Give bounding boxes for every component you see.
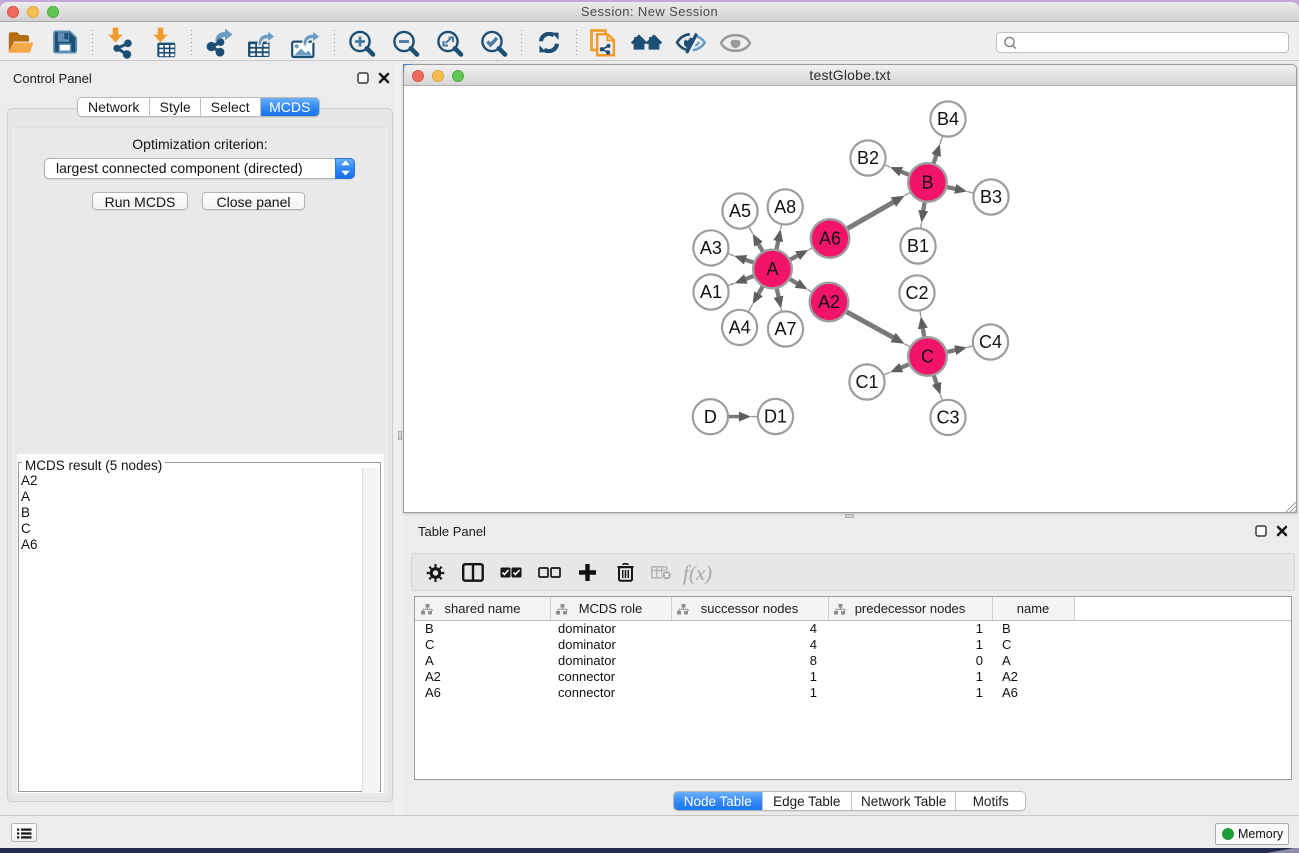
- svg-text:B4: B4: [937, 109, 959, 129]
- svg-text:C: C: [921, 347, 934, 367]
- svg-text:A4: A4: [729, 318, 751, 338]
- svg-text:C2: C2: [905, 283, 928, 303]
- svg-text:A8: A8: [774, 197, 796, 217]
- svg-text:B: B: [921, 173, 933, 193]
- svg-text:A1: A1: [700, 282, 722, 302]
- svg-text:C4: C4: [979, 332, 1002, 352]
- svg-text:C3: C3: [936, 408, 959, 428]
- svg-text:B2: B2: [857, 148, 879, 168]
- svg-text:D: D: [704, 407, 717, 427]
- svg-text:A3: A3: [700, 238, 722, 258]
- svg-text:D1: D1: [764, 407, 787, 427]
- svg-text:B3: B3: [980, 187, 1002, 207]
- svg-text:A2: A2: [818, 292, 840, 312]
- svg-text:A7: A7: [774, 319, 796, 339]
- svg-text:A6: A6: [819, 229, 841, 249]
- svg-text:B1: B1: [907, 236, 929, 256]
- svg-text:A5: A5: [729, 201, 751, 221]
- svg-text:C1: C1: [855, 372, 878, 392]
- svg-text:A: A: [766, 259, 778, 279]
